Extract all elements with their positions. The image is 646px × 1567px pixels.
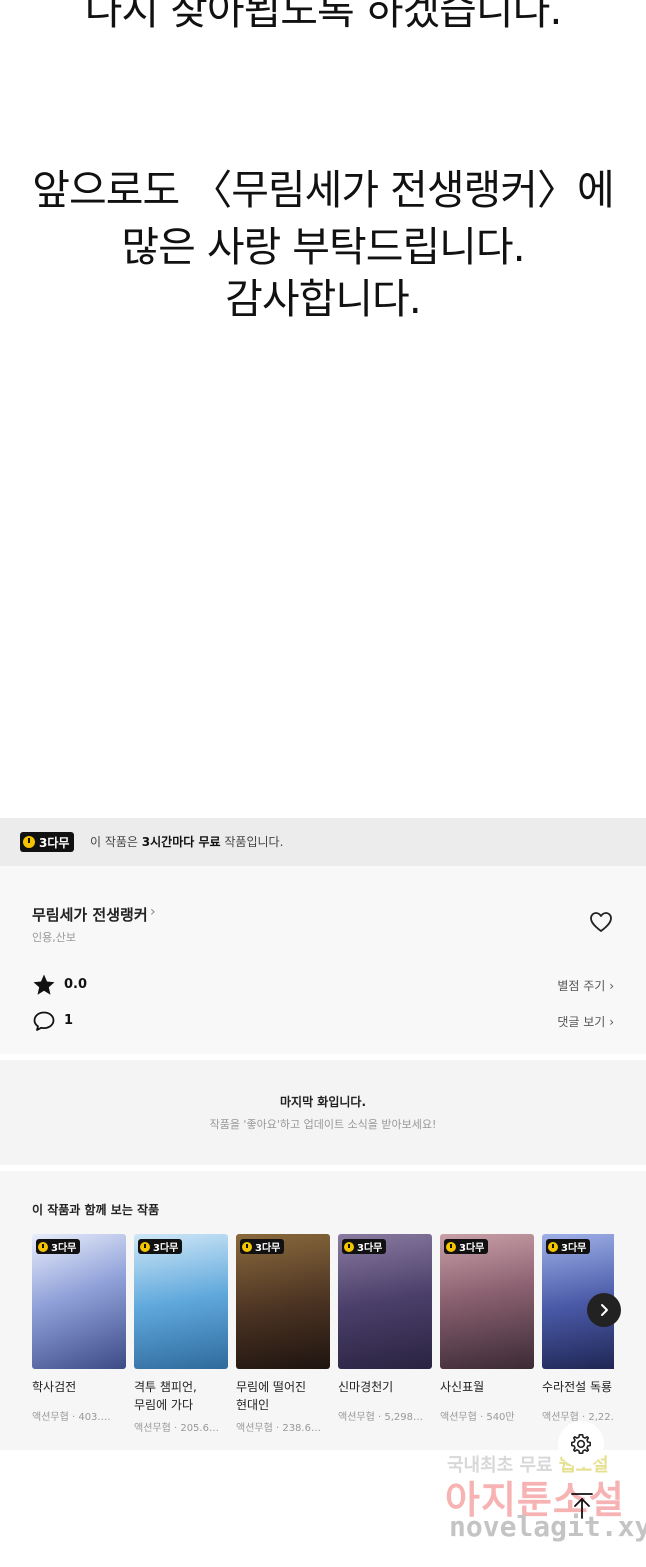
recommendation-meta: 액션무협 · 540만 [440, 1412, 515, 1423]
last-episode-notice: 마지막 화입니다. 작품을 '좋아요'하고 업데이트 소식을 받아보세요! [0, 1060, 646, 1165]
rate-button[interactable]: 별점 주기 › [557, 977, 614, 994]
comic-text-line: 감사합니다. [225, 275, 422, 323]
clock-icon [23, 836, 35, 848]
comic-text-line: 많은 사랑 부탁드립니다. [121, 223, 525, 271]
recommendation-meta: 액션무협 · 205.6… [134, 1423, 219, 1434]
clock-icon [140, 1241, 150, 1252]
free-badge-label: 3다무 [39, 835, 70, 850]
scroll-to-top-icon[interactable] [566, 1489, 598, 1521]
free-badge-label: 3다무 [459, 1243, 485, 1254]
free-badge-label: 3다무 [153, 1243, 179, 1254]
recommendation-meta: 액션무협 · 238.6… [236, 1423, 321, 1434]
clock-icon [446, 1241, 456, 1252]
rating-value: 0.0 [64, 977, 88, 992]
comment-count: 1 [64, 1013, 74, 1028]
recommendation-title[interactable]: 학사검전 [32, 1378, 126, 1396]
free-badge-label: 3다무 [51, 1243, 77, 1254]
comic-text-line: 앞으로도 〈무림세가 전생랭커〉에 [32, 166, 614, 214]
free-notice-post: 작품입니다. [220, 835, 284, 849]
free-badge: 3다무 [240, 1239, 285, 1254]
recommendations-section: 이 작품과 함께 보는 작품 3다무 학사검전 액션무협 · 403.… 3다무… [0, 1171, 646, 1450]
free-notice-text: 이 작품은 3시간마다 무료 작품입니다. [90, 833, 283, 850]
work-authors: 인용,산보 [32, 931, 76, 944]
comment-icon [33, 1011, 55, 1031]
recommendation-meta: 액션무협 · 403.… [32, 1412, 111, 1423]
clock-icon [344, 1241, 354, 1252]
clock-icon [38, 1241, 48, 1252]
free-badge: 3다무 [36, 1239, 81, 1254]
free-badge: 3다무 [546, 1239, 591, 1254]
recommendation-thumbnail[interactable]: 3다무 [338, 1234, 432, 1369]
view-comments-button[interactable]: 댓글 보기 › [557, 1013, 614, 1030]
last-episode-title: 마지막 화입니다. [279, 1095, 367, 1109]
recommendation-meta: 액션무협 · 5,298… [338, 1412, 423, 1423]
free-badge-label: 3다무 [357, 1243, 383, 1254]
gear-icon [571, 1434, 591, 1454]
work-info-panel: 무림세가 전생랭커 › 인용,산보 0.0 별점 주기 › 1 댓글 보기 › [0, 866, 646, 1054]
clock-icon [548, 1241, 558, 1252]
recommendations-carousel: 3다무 학사검전 액션무협 · 403.… 3다무 격투 챔피언, 무림에 가다… [32, 1234, 614, 1444]
free-badge-label: 3다무 [255, 1243, 281, 1254]
recommendation-thumbnail[interactable]: 3다무 [134, 1234, 228, 1369]
free-notice-bar: 3다무 이 작품은 3시간마다 무료 작품입니다. [0, 818, 646, 866]
star-icon [33, 974, 55, 995]
recommendation-title[interactable]: 수라전설 독룡 [542, 1378, 614, 1396]
chevron-right-icon [601, 1304, 608, 1316]
view-comments-label: 댓글 보기 [557, 1015, 606, 1029]
recommendation-title[interactable]: 무림에 떨어진 현대인 [236, 1378, 330, 1414]
carousel-next-button[interactable] [587, 1293, 621, 1327]
recommendation-title[interactable]: 신마경천기 [338, 1378, 432, 1396]
free-badge: 3다무 [20, 832, 75, 852]
recommendations-heading: 이 작품과 함께 보는 작품 [32, 1203, 160, 1217]
last-episode-subtitle: 작품을 '좋아요'하고 업데이트 소식을 받아보세요! [209, 1118, 437, 1131]
watermark-url: novelagit.xyz [449, 1510, 646, 1543]
settings-button[interactable] [558, 1421, 604, 1467]
free-notice-bold: 3시간마다 무료 [141, 835, 221, 849]
comic-text-line: 다시 찾아뵙도록 하겠습니다. [84, 0, 563, 34]
free-notice-pre: 이 작품은 [90, 835, 142, 849]
heart-icon[interactable] [589, 911, 613, 933]
chevron-right-icon[interactable]: › [150, 904, 156, 920]
clock-icon [242, 1241, 252, 1252]
recommendation-thumbnail[interactable]: 3다무 [236, 1234, 330, 1369]
free-badge: 3다무 [444, 1239, 489, 1254]
free-badge-label: 3다무 [561, 1243, 587, 1254]
rate-button-label: 별점 주기 [557, 979, 606, 993]
comic-panel: 다시 찾아뵙도록 하겠습니다. 앞으로도 〈무림세가 전생랭커〉에 많은 사랑 … [0, 0, 646, 818]
work-title-link[interactable]: 무림세가 전생랭커 [32, 904, 148, 925]
chevron-right-icon: › [609, 979, 614, 993]
free-badge: 3다무 [138, 1239, 183, 1254]
recommendation-thumbnail[interactable]: 3다무 [440, 1234, 534, 1369]
recommendation-title[interactable]: 격투 챔피언, 무림에 가다 [134, 1378, 228, 1414]
recommendation-title[interactable]: 사신표월 [440, 1378, 534, 1396]
free-badge: 3다무 [342, 1239, 387, 1254]
chevron-right-icon: › [609, 1015, 614, 1029]
recommendation-thumbnail[interactable]: 3다무 [32, 1234, 126, 1369]
